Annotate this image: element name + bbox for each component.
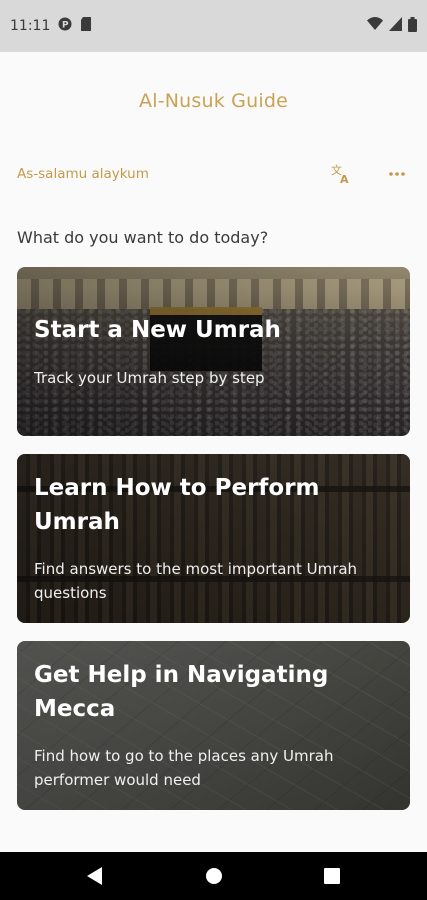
card-title: Get Help in Navigating Mecca: [34, 662, 329, 722]
card-title: Start a New Umrah: [34, 317, 281, 343]
wifi-icon: [367, 17, 383, 35]
clock: 11:11: [10, 18, 51, 34]
translate-icon[interactable]: 文 A: [328, 161, 354, 187]
card-description: Find answers to the most important Umrah…: [34, 560, 358, 602]
notification-p-icon: P: [58, 17, 72, 35]
recents-icon[interactable]: [319, 863, 345, 889]
card-description: Track your Umrah step by step: [34, 369, 265, 387]
app-title: Al-Nusuk Guide: [139, 90, 288, 112]
start-umrah-card[interactable]: Start a New Umrah Track your Umrah step …: [17, 267, 410, 436]
card-title: Learn How to Perform Umrah: [34, 475, 320, 535]
greeting-text: As-salamu alaykum: [17, 166, 149, 182]
navigate-mecca-card[interactable]: Get Help in Navigating Mecca Find how to…: [17, 641, 410, 810]
prompt-text: What do you want to do today?: [17, 228, 269, 247]
svg-text:A: A: [340, 173, 349, 185]
signal-icon: [389, 17, 402, 35]
card-description: Find how to go to the places any Umrah p…: [34, 747, 334, 789]
svg-text:P: P: [62, 21, 69, 31]
greeting-row: As-salamu alaykum 文 A: [17, 160, 410, 188]
battery-icon: [408, 16, 417, 36]
more-icon[interactable]: [384, 161, 410, 187]
status-bar: 11:11 P: [0, 0, 427, 52]
sd-card-icon: [80, 17, 92, 35]
learn-umrah-card[interactable]: Learn How to Perform Umrah Find answers …: [17, 454, 410, 623]
home-icon[interactable]: [201, 863, 227, 889]
header-actions: 文 A: [328, 161, 410, 187]
back-icon[interactable]: [82, 863, 108, 889]
system-nav-bar: [0, 852, 427, 900]
